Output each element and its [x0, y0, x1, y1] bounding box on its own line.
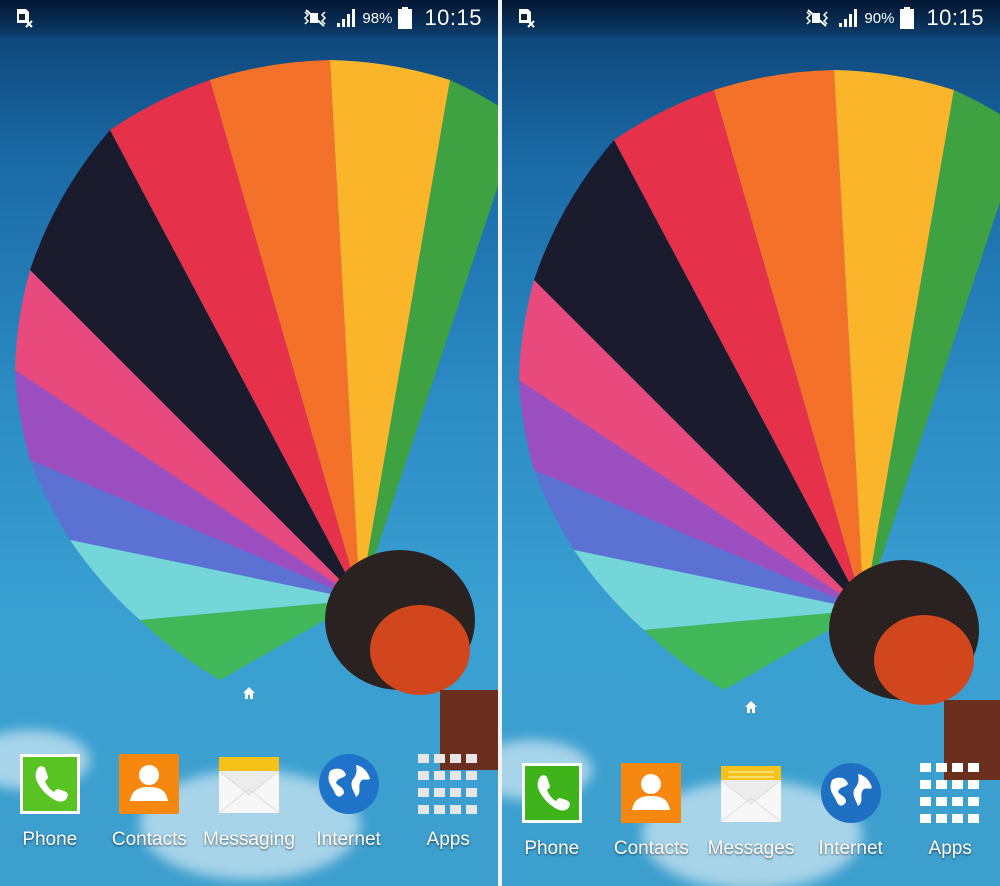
dock-app-internet[interactable]: Internet: [801, 762, 901, 860]
dock-app-label: Contacts: [111, 829, 187, 850]
status-bar: 98% 10:15: [0, 0, 498, 36]
home-page-indicator-icon[interactable]: [744, 700, 758, 714]
dock-app-internet[interactable]: Internet: [299, 753, 399, 851]
dock-app-apps[interactable]: Apps: [900, 762, 1000, 860]
apps-grid-icon: [418, 754, 478, 814]
dock: Phone Contacts Messaging Internet Apps: [0, 753, 498, 851]
home-screen-left: 98% 10:15 Phone Contacts Messaging Inter…: [0, 0, 498, 886]
battery-percent: 98%: [362, 9, 393, 27]
dock-app-label: Messages: [707, 838, 795, 859]
phone-icon: [521, 763, 582, 823]
signal-strength-icon: [839, 9, 858, 27]
battery-icon: [900, 7, 915, 29]
dock: Phone Contacts Messages Internet Apps: [502, 762, 1000, 860]
contacts-icon: [621, 763, 682, 823]
dock-app-phone[interactable]: Phone: [502, 762, 602, 860]
home-screen-right: 90% 10:15 Phone Contacts Messages Intern…: [502, 0, 1000, 886]
home-page-indicator-icon[interactable]: [242, 686, 256, 700]
clock: 10:15: [926, 5, 984, 30]
dock-app-label: Phone: [22, 829, 78, 850]
dock-app-contacts[interactable]: Contacts: [602, 762, 702, 860]
dock-app-messages[interactable]: Messages: [701, 762, 801, 860]
dock-app-phone[interactable]: Phone: [0, 753, 100, 851]
dock-app-contacts[interactable]: Contacts: [100, 753, 200, 851]
battery-icon: [398, 7, 413, 29]
dock-app-messaging[interactable]: Messaging: [199, 753, 299, 851]
no-sim-icon: [17, 9, 33, 28]
status-bar: 90% 10:15: [502, 0, 1000, 36]
messaging-icon: [218, 757, 280, 814]
battery-percent: 90%: [864, 9, 895, 27]
internet-globe-icon: [318, 754, 379, 814]
dock-app-label: Contacts: [613, 838, 689, 859]
dock-app-apps[interactable]: Apps: [398, 753, 498, 851]
dock-app-label: Internet: [818, 838, 883, 859]
no-sim-icon: [519, 9, 535, 28]
dock-app-label: Phone: [524, 838, 580, 859]
dock-app-label: Messaging: [203, 829, 295, 850]
dock-app-label: Apps: [426, 829, 470, 850]
dock-app-label: Internet: [316, 829, 381, 850]
vibrate-mute-icon: [304, 9, 327, 27]
contacts-icon: [119, 754, 180, 814]
dock-app-label: Apps: [928, 838, 972, 859]
signal-strength-icon: [337, 9, 356, 27]
vibrate-mute-icon: [806, 9, 829, 27]
phone-icon: [19, 754, 80, 814]
messaging-icon: [720, 766, 782, 823]
internet-globe-icon: [820, 763, 881, 823]
apps-grid-icon: [920, 763, 980, 823]
clock: 10:15: [424, 5, 482, 30]
